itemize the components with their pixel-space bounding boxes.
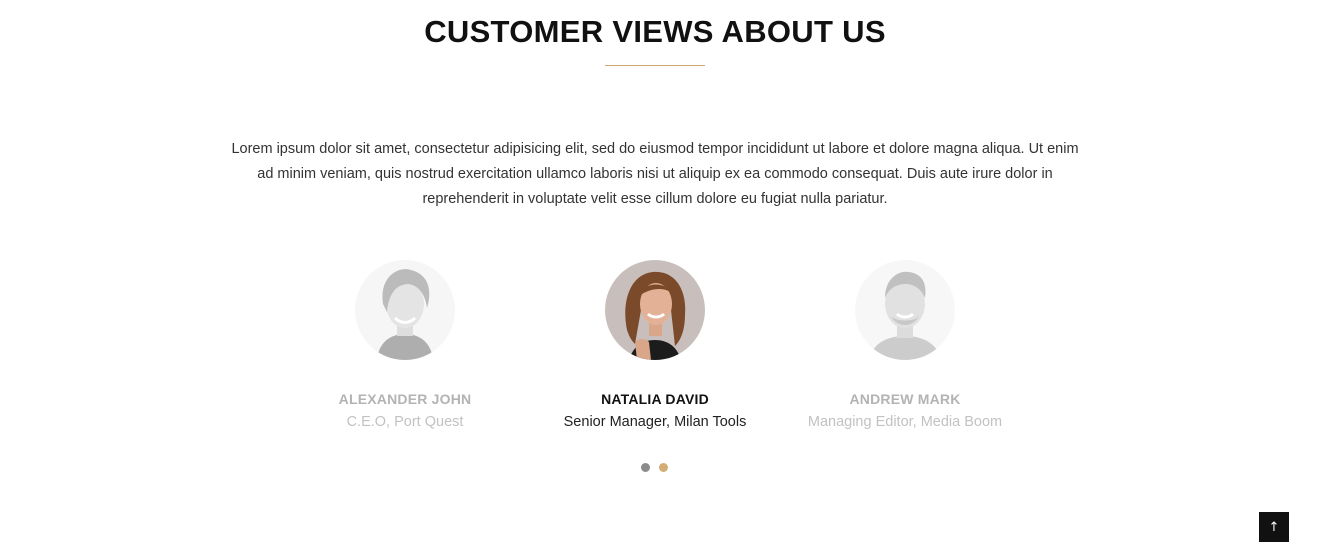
testimonial-role: Managing Editor, Media Boom bbox=[807, 414, 1003, 430]
testimonial-item[interactable]: ALEXANDER JOHN C.E.O, Port Quest bbox=[280, 260, 530, 430]
arrow-up-icon: ↑ bbox=[1268, 519, 1280, 535]
testimonial-role: C.E.O, Port Quest bbox=[346, 414, 464, 430]
testimonial-name: ANDREW MARK bbox=[849, 391, 961, 407]
avatar bbox=[355, 260, 455, 360]
testimonial-name: NATALIA DAVID bbox=[601, 391, 709, 407]
carousel-pagination bbox=[641, 463, 668, 473]
testimonial-role: Senior Manager, Milan Tools bbox=[563, 414, 747, 430]
title-divider bbox=[605, 65, 705, 66]
testimonial-name: ALEXANDER JOHN bbox=[338, 391, 472, 407]
testimonial-item[interactable]: ANDREW MARK Managing Editor, Media Boom bbox=[780, 260, 1030, 430]
carousel-dot[interactable] bbox=[641, 463, 650, 472]
testimonial-item[interactable]: NATALIA DAVID Senior Manager, Milan Tool… bbox=[530, 260, 780, 430]
testimonial-carousel[interactable]: ALEXANDER JOHN C.E.O, Port Quest NATALIA… bbox=[0, 260, 1310, 440]
avatar bbox=[855, 260, 955, 360]
carousel-dot-active[interactable] bbox=[659, 463, 668, 472]
section-title: CUSTOMER VIEWS ABOUT US bbox=[424, 14, 886, 49]
section-intro: Lorem ipsum dolor sit amet, consectetur … bbox=[231, 141, 1079, 207]
back-to-top-button[interactable]: ↑ bbox=[1259, 512, 1289, 542]
avatar bbox=[605, 260, 705, 360]
